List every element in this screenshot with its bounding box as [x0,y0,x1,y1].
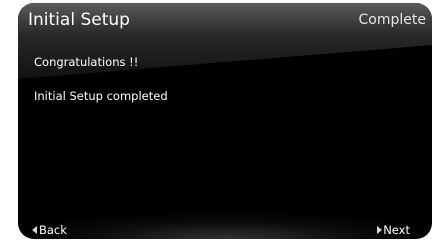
arrow-left-icon [32,225,37,234]
footer-bar: Back Next [18,213,432,239]
status-label: Complete [358,12,426,28]
back-label: Back [39,223,67,237]
setup-screen: Initial Setup Complete Congratulations !… [18,3,432,239]
title-bar: Initial Setup Complete [18,3,432,39]
arrow-right-icon [377,225,383,234]
congratulations-message: Congratulations !! [34,55,139,69]
next-button[interactable]: Next [377,223,410,237]
completion-message: Initial Setup completed [34,89,168,103]
back-button[interactable]: Back [32,223,67,237]
page-title: Initial Setup [28,10,130,30]
next-label: Next [383,223,410,237]
